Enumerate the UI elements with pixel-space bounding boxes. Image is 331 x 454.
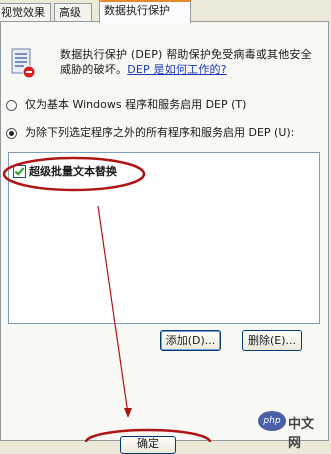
tab-strip: 视觉效果 高级 数据执行保护 xyxy=(0,0,331,23)
ok-button[interactable]: 确定 xyxy=(120,436,176,454)
tab-advanced[interactable]: 高级 xyxy=(54,3,92,21)
site-watermark: php 中文网 xyxy=(258,409,326,451)
tab-visual-effects[interactable]: 视觉效果 xyxy=(0,3,51,21)
dep-description: 数据执行保护 (DEP) 帮助保护免受病毒或其他安全威胁的破坏。DEP 是如何工… xyxy=(60,47,322,77)
program-listbox[interactable]: 超级批量文本替换 xyxy=(8,152,320,324)
remove-button[interactable]: 删除(E)... xyxy=(242,330,302,351)
add-button[interactable]: 添加(D)... xyxy=(160,330,221,351)
radio-all-except[interactable]: 为除下列选定程序之外的所有程序和服务启用 DEP (U): xyxy=(6,124,294,140)
dep-help-link[interactable]: DEP 是如何工作的? xyxy=(127,63,227,76)
list-item[interactable]: 超级批量文本替换 xyxy=(13,163,117,179)
program-label: 超级批量文本替换 xyxy=(29,165,117,178)
radio-essential-only-label: 仅为基本 Windows 程序和服务启用 DEP (T) xyxy=(25,98,247,111)
radio-essential-only-circle[interactable] xyxy=(6,99,17,111)
watermark-text: 中文网 xyxy=(288,417,315,451)
watermark-badge: php xyxy=(258,411,286,431)
shield-icon xyxy=(11,48,36,79)
program-checkbox[interactable] xyxy=(13,164,26,178)
radio-all-except-label: 为除下列选定程序之外的所有程序和服务启用 DEP (U): xyxy=(25,126,295,139)
tab-dep[interactable]: 数据执行保护 xyxy=(99,0,191,23)
radio-all-except-circle[interactable] xyxy=(6,127,17,139)
radio-essential-only[interactable]: 仅为基本 Windows 程序和服务启用 DEP (T) xyxy=(6,96,246,112)
